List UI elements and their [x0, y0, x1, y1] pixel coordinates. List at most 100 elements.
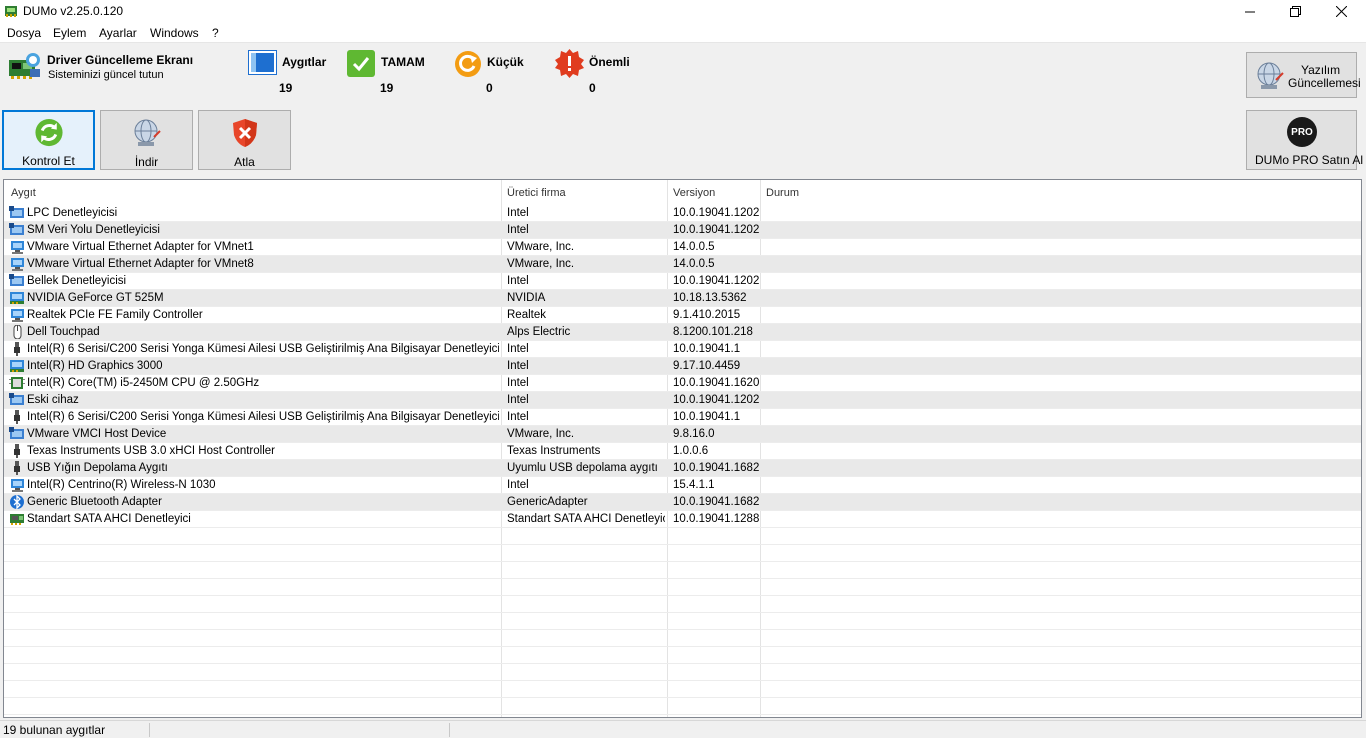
cell-vendor: Texas Instruments [507, 445, 601, 457]
cell-version: 14.0.0.5 [673, 258, 715, 270]
table-row[interactable]: Texas Instruments USB 3.0 xHCI Host Cont… [4, 443, 1361, 460]
menu-bar: Dosya Eylem Ayarlar Windows ? [0, 23, 1366, 43]
cell-device: NVIDIA GeForce GT 525M [27, 292, 164, 304]
table-row[interactable]: Bellek Denetleyicisi Intel 10.0.19041.1202 [4, 273, 1361, 290]
usb-icon [14, 461, 20, 475]
restore-icon [1289, 6, 1301, 17]
cell-version: 14.0.0.5 [673, 241, 715, 253]
empty-row [4, 698, 1361, 715]
table-row[interactable]: NVIDIA GeForce GT 525M NVIDIA 10.18.13.536… [4, 290, 1361, 307]
stat-count-important: 0 [589, 81, 596, 95]
cell-vendor: VMware, Inc. [507, 258, 575, 270]
table-row[interactable]: Realtek PCIe FE Family Controller Realtek… [4, 307, 1361, 324]
cell-version: 10.0.19041.1682 [673, 496, 759, 508]
table-row[interactable]: Intel(R) Core(TM) i5-2450M CPU @ 2.50GHz… [4, 375, 1361, 392]
cell-device: Intel(R) 6 Serisi/C200 Serisi Yonga Küme… [27, 343, 499, 355]
bluetooth-icon [10, 495, 24, 509]
table-row[interactable]: VMware Virtual Ethernet Adapter for VMne… [4, 239, 1361, 256]
cell-device: VMware Virtual Ethernet Adapter for VMne… [27, 258, 254, 270]
menu-ayarlar[interactable]: Ayarlar [99, 26, 137, 40]
column-header-device[interactable]: Aygıt [11, 187, 36, 199]
skip-button[interactable]: Atla [198, 110, 291, 170]
stat-label-minor: Küçük [487, 55, 524, 69]
close-icon [1335, 6, 1347, 17]
cell-version: 10.0.19041.1288 [673, 513, 759, 525]
menu-windows[interactable]: Windows [150, 26, 199, 40]
buy-pro-button[interactable]: PRO DUMo PRO Satın Al [1246, 110, 1363, 170]
stat-count-devices: 19 [279, 81, 293, 95]
table-row[interactable]: Intel(R) Centrino(R) Wireless-N 1030 Inte… [4, 477, 1361, 494]
table-row[interactable]: LPC Denetleyicisi Intel 10.0.19041.1202 [4, 205, 1361, 222]
network-adapter-icon [11, 258, 24, 271]
empty-row [4, 681, 1361, 698]
table-row[interactable]: VMware Virtual Ethernet Adapter for VMne… [4, 256, 1361, 273]
table-row[interactable]: Dell Touchpad Alps Electric 8.1200.101.218 [4, 324, 1361, 341]
cell-version: 10.0.19041.1 [673, 343, 741, 355]
cell-vendor: NVIDIA [507, 292, 546, 304]
table-header: Aygıt Üretici firma Versiyon Durum [4, 180, 1361, 205]
cell-version: 10.0.19041.1202 [673, 207, 759, 219]
table-row[interactable]: Intel(R) 6 Serisi/C200 Serisi Yonga Küme… [4, 341, 1361, 358]
cell-vendor: Standart SATA AHCI Denetleyici [507, 513, 665, 525]
download-button-label: İndir [134, 155, 159, 169]
network-adapter-icon [11, 479, 24, 492]
mouse-icon [13, 325, 22, 339]
cell-version: 10.0.19041.1202 [673, 394, 759, 406]
check-button-label: Kontrol Et [22, 154, 75, 168]
table-row[interactable]: SM Veri Yolu Denetleyicisi Intel 10.0.1904… [4, 222, 1361, 239]
cell-device: Intel(R) 6 Serisi/C200 Serisi Yonga Küme… [27, 411, 499, 423]
cell-device: Bellek Denetleyicisi [27, 275, 127, 287]
cell-vendor: Intel [507, 207, 529, 219]
empty-row [4, 630, 1361, 647]
column-header-status[interactable]: Durum [766, 187, 799, 199]
network-adapter-icon [11, 309, 24, 322]
download-button[interactable]: İndir [100, 110, 193, 170]
empty-row [4, 562, 1361, 579]
cell-device: Standart SATA AHCI Denetleyici [27, 513, 191, 525]
column-header-version[interactable]: Versiyon [673, 187, 715, 199]
status-bar: 19 bulunan aygıtlar [0, 720, 1366, 738]
software-update-button[interactable]: Yazılım Güncellemesi [1246, 52, 1361, 98]
table-row[interactable]: Standart SATA AHCI Denetleyici Standart S… [4, 511, 1361, 528]
cell-vendor: Intel [507, 411, 529, 423]
menu-dosya[interactable]: Dosya [7, 26, 41, 40]
column-header-vendor[interactable]: Üretici firma [507, 187, 566, 199]
table-row[interactable]: Eski cihaz Intel 10.0.19041.1202 [4, 392, 1361, 409]
cell-device: VMware VMCI Host Device [27, 428, 167, 440]
summary-subtitle: Sisteminizi güncel tutun [48, 69, 164, 81]
empty-row [4, 647, 1361, 664]
menu-eylem[interactable]: Eylem [53, 26, 86, 40]
title-bar: DUMo v2.25.0.120 [0, 0, 1366, 23]
software-update-label-2: Güncellemesi [1288, 76, 1361, 90]
table-row[interactable]: USB Yığın Depolama Aygıtı Uyumlu USB depo… [4, 460, 1361, 477]
table-row[interactable]: Intel(R) 6 Serisi/C200 Serisi Yonga Küme… [4, 409, 1361, 426]
status-separator [449, 723, 450, 737]
cell-vendor: Intel [507, 224, 529, 236]
menu-help[interactable]: ? [212, 26, 219, 40]
table-row[interactable]: Intel(R) HD Graphics 3000 Intel 9.17.10.44… [4, 358, 1361, 375]
cell-version: 9.1.410.2015 [673, 309, 741, 321]
check-button[interactable]: Kontrol Et [2, 110, 95, 170]
network-adapter-icon [11, 241, 24, 254]
close-button[interactable] [1318, 0, 1364, 23]
system-device-icon [9, 206, 24, 218]
skip-button-label: Atla [234, 155, 255, 169]
system-device-icon [9, 223, 24, 235]
display-adapter-icon [10, 360, 24, 372]
cell-version: 1.0.0.6 [673, 445, 709, 457]
pro-badge-text: PRO [1291, 126, 1313, 138]
system-device-icon [9, 427, 24, 439]
table-row[interactable]: VMware VMCI Host Device VMware, Inc. 9.8.1… [4, 426, 1361, 443]
status-separator [149, 723, 150, 737]
skip-shield-icon [232, 119, 257, 147]
cell-version: 10.0.19041.1682 [673, 462, 759, 474]
system-device-icon [9, 393, 24, 405]
cell-vendor: Intel [507, 377, 529, 389]
empty-row [4, 596, 1361, 613]
cell-version: 8.1200.101.218 [673, 326, 753, 338]
cell-vendor: Intel [507, 394, 529, 406]
minimize-button[interactable] [1227, 0, 1273, 23]
restore-button[interactable] [1272, 0, 1318, 23]
stat-label-important: Önemli [589, 55, 630, 69]
table-row[interactable]: Generic Bluetooth Adapter GenericAdapter 1… [4, 494, 1361, 511]
